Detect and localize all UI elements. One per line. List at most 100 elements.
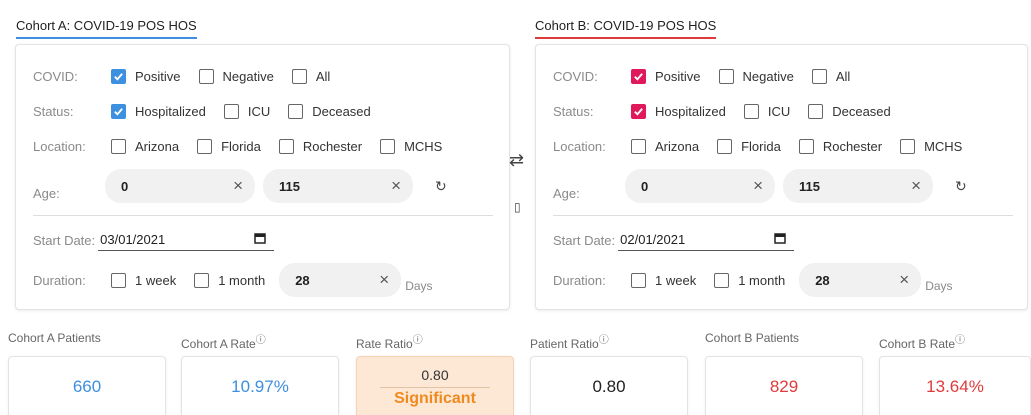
location-option[interactable]: Rochester — [793, 138, 882, 154]
start-date-row: Start Date: 02/01/2021 — [553, 229, 795, 251]
clear-icon[interactable]: × — [391, 176, 401, 196]
location-checkbox[interactable] — [717, 138, 733, 154]
covid-checkbox[interactable] — [291, 68, 307, 84]
covid-option-label: All — [835, 68, 851, 84]
status-option-label: Deceased — [312, 103, 371, 119]
location-option[interactable]: MCHS — [894, 138, 963, 154]
info-icon[interactable]: ⓘ — [955, 335, 965, 346]
duration-checkbox[interactable] — [111, 272, 126, 288]
covid-option[interactable]: Negative — [713, 68, 794, 84]
compare-icon[interactable]: ▯ — [514, 200, 521, 214]
info-icon[interactable]: ⓘ — [256, 335, 266, 346]
location-checkbox[interactable] — [798, 138, 814, 154]
covid-option[interactable]: Positive — [625, 68, 701, 84]
duration-option[interactable]: 1 month — [708, 272, 785, 288]
duration-option[interactable]: 1 week — [105, 272, 176, 288]
duration-row: Duration: 1 week 1 month 28 × Days — [553, 263, 953, 297]
clear-icon[interactable]: × — [911, 176, 921, 196]
location-option[interactable]: Florida — [711, 138, 781, 154]
location-checkbox[interactable] — [278, 138, 294, 154]
status-checkbox[interactable] — [631, 103, 646, 119]
calendar-icon[interactable] — [774, 232, 786, 247]
cohort-a-patients-box: 660 — [8, 356, 166, 415]
covid-option-label: Negative — [742, 68, 794, 84]
age-min-input[interactable]: 0 × — [625, 169, 775, 203]
start-date-input[interactable]: 03/01/2021 — [98, 229, 275, 251]
location-checkbox[interactable] — [900, 138, 916, 154]
cohort-a-rate-box: 10.97% — [181, 356, 339, 415]
location-option-label: MCHS — [924, 138, 963, 154]
status-option[interactable]: Hospitalized — [625, 103, 726, 119]
location-option[interactable]: Arizona — [105, 138, 179, 154]
swap-cohorts-icon[interactable]: ⇄ — [509, 150, 524, 171]
cohort-a-rate-value: 10.97% — [231, 377, 289, 396]
duration-checkbox[interactable] — [714, 272, 730, 288]
age-max-input[interactable]: 115 × — [783, 169, 933, 203]
clear-icon[interactable]: × — [753, 176, 763, 196]
cohort-a-patients-label: Cohort A Patients — [8, 331, 101, 345]
covid-option-label: All — [315, 68, 331, 84]
reset-icon[interactable]: ↻ — [955, 178, 967, 195]
status-option[interactable]: Deceased — [282, 103, 371, 119]
status-option[interactable]: Deceased — [802, 103, 891, 119]
calendar-icon[interactable] — [254, 232, 266, 247]
status-checkbox[interactable] — [808, 103, 824, 119]
location-label: Location: — [33, 138, 86, 154]
covid-option[interactable]: All — [286, 68, 331, 84]
covid-option-label: Positive — [655, 68, 701, 84]
rate-ratio-value: 0.80 — [380, 367, 490, 388]
age-max-input[interactable]: 115 × — [263, 169, 413, 203]
clear-icon[interactable]: × — [233, 176, 243, 196]
status-option[interactable]: Hospitalized — [105, 103, 206, 119]
cohort-b-patients-value: 829 — [769, 377, 799, 396]
cohort-b-patients-label: Cohort B Patients — [705, 331, 800, 345]
info-icon[interactable]: ⓘ — [599, 335, 609, 346]
reset-icon[interactable]: ↻ — [435, 178, 447, 195]
duration-input[interactable]: 28 × — [279, 263, 402, 297]
location-option[interactable]: MCHS — [374, 138, 442, 154]
duration-checkbox[interactable] — [194, 272, 210, 288]
age-label: Age: — [553, 186, 580, 201]
cohort-b-title: Cohort B: COVID-19 POS HOS — [535, 18, 717, 39]
location-option-label: Arizona — [655, 138, 700, 154]
location-option[interactable]: Rochester — [273, 138, 362, 154]
status-checkbox[interactable] — [743, 103, 759, 119]
location-checkbox[interactable] — [197, 138, 213, 154]
covid-row: COVID: Positive Negative All — [553, 65, 862, 87]
duration-option[interactable]: 1 week — [625, 272, 696, 288]
age-min-input[interactable]: 0 × — [105, 169, 255, 203]
covid-checkbox[interactable] — [811, 68, 827, 84]
duration-unit: Days — [405, 279, 433, 293]
clear-icon[interactable]: × — [899, 270, 909, 290]
status-checkbox[interactable] — [111, 103, 126, 119]
duration-input[interactable]: 28 × — [799, 263, 922, 297]
covid-checkbox[interactable] — [631, 68, 646, 84]
duration-label: Duration: — [33, 272, 86, 288]
duration-option[interactable]: 1 month — [188, 272, 265, 288]
status-option[interactable]: ICU — [738, 103, 790, 119]
location-option[interactable]: Florida — [191, 138, 261, 154]
location-checkbox[interactable] — [111, 138, 126, 154]
covid-option[interactable]: Negative — [193, 68, 274, 84]
status-label: Status: — [553, 103, 594, 119]
info-icon[interactable]: ⓘ — [413, 335, 423, 346]
cohort-a-panel: COVID: Positive Negative All Status: Hos… — [15, 44, 510, 310]
clear-icon[interactable]: × — [379, 270, 389, 290]
covid-checkbox[interactable] — [111, 68, 126, 84]
location-checkbox[interactable] — [380, 138, 396, 154]
covid-option[interactable]: All — [806, 68, 851, 84]
status-checkbox[interactable] — [223, 103, 239, 119]
location-option-label: Florida — [221, 138, 261, 154]
covid-checkbox[interactable] — [198, 68, 214, 84]
location-option[interactable]: Arizona — [625, 138, 700, 154]
covid-label: COVID: — [553, 68, 598, 84]
status-option-label: Deceased — [832, 103, 891, 119]
status-option[interactable]: ICU — [218, 103, 270, 119]
covid-checkbox[interactable] — [718, 68, 734, 84]
status-checkbox[interactable] — [288, 103, 304, 119]
covid-option[interactable]: Positive — [105, 68, 181, 84]
location-checkbox[interactable] — [631, 138, 646, 154]
start-date-input[interactable]: 02/01/2021 — [618, 229, 795, 251]
duration-checkbox[interactable] — [631, 272, 646, 288]
cohort-b-rate-label: Cohort B Rateⓘ — [879, 335, 966, 351]
